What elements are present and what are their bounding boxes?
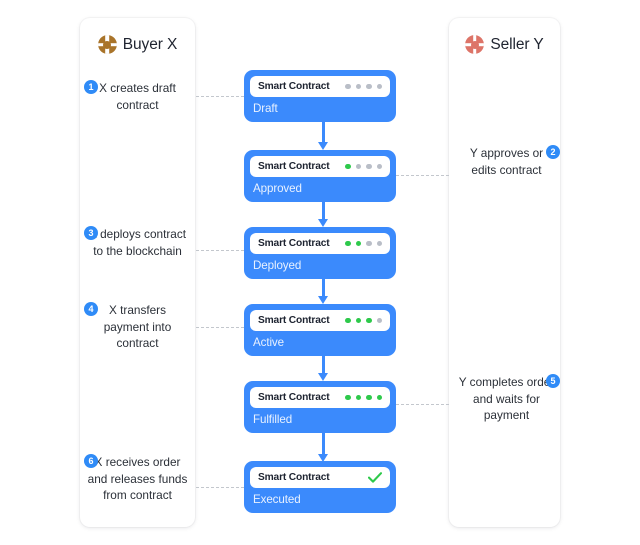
connector-step-5 — [396, 404, 449, 405]
progress-dots — [345, 240, 382, 247]
contract-card-status: Active — [253, 336, 284, 349]
progress-dot — [376, 83, 382, 90]
progress-dot — [355, 317, 361, 324]
flow-arrow-3 — [318, 276, 330, 304]
progress-dot — [345, 394, 351, 401]
contract-card-status: Draft — [253, 102, 278, 115]
progress-dot — [355, 163, 361, 170]
contract-card-status: Fulfilled — [253, 413, 293, 426]
progress-dot — [355, 240, 361, 247]
contract-card-label: Smart Contract — [258, 315, 330, 326]
progress-dot — [366, 240, 372, 247]
seller-panel-header: Seller Y — [449, 35, 560, 54]
contract-card-header: Smart Contract — [250, 233, 390, 254]
buyer-avatar-icon — [97, 35, 117, 54]
step-4-badge: 4 — [84, 302, 98, 316]
contract-card-deployed[interactable]: Smart Contract Deployed — [244, 227, 396, 279]
contract-card-header: Smart Contract — [250, 310, 390, 331]
contract-card-status: Approved — [253, 182, 302, 195]
progress-dot — [345, 240, 351, 247]
connector-step-6 — [196, 487, 244, 488]
seller-avatar-icon — [465, 35, 485, 54]
contract-card-label: Smart Contract — [258, 472, 330, 483]
progress-dot — [376, 317, 382, 324]
contract-card-status: Deployed — [253, 259, 302, 272]
progress-dot — [376, 240, 382, 247]
contract-card-header: Smart Contract — [250, 467, 390, 488]
seller-panel: Seller Y — [449, 18, 560, 527]
progress-dot — [366, 394, 372, 401]
step-6-badge: 6 — [84, 454, 98, 468]
progress-dots — [368, 472, 382, 483]
buyer-panel-header: Buyer X — [80, 35, 195, 54]
progress-dot — [376, 394, 382, 401]
progress-dot — [355, 394, 361, 401]
progress-dots — [345, 394, 382, 401]
progress-dots — [345, 317, 382, 324]
contract-card-label: Smart Contract — [258, 392, 330, 403]
contract-card-active[interactable]: Smart Contract Active — [244, 304, 396, 356]
progress-dot — [366, 317, 372, 324]
contract-card-approved[interactable]: Smart Contract Approved — [244, 150, 396, 202]
progress-dot — [345, 83, 351, 90]
contract-card-status: Executed — [253, 493, 301, 506]
check-icon — [368, 472, 382, 483]
step-1: 1 X creates draft contract — [80, 80, 195, 113]
contract-card-label: Smart Contract — [258, 161, 330, 172]
progress-dot — [345, 163, 351, 170]
progress-dot — [355, 83, 361, 90]
contract-card-executed[interactable]: Smart Contract Executed — [244, 461, 396, 513]
contract-card-fulfilled[interactable]: Smart Contract Fulfilled — [244, 381, 396, 433]
step-5-badge: 5 — [546, 374, 560, 388]
step-5: 5 Y completes order and waits for paymen… — [449, 374, 564, 424]
connector-step-4 — [196, 327, 244, 328]
contract-card-label: Smart Contract — [258, 238, 330, 249]
progress-dot — [376, 163, 382, 170]
buyer-panel-title: Buyer X — [122, 35, 178, 53]
step-2-badge: 2 — [546, 145, 560, 159]
progress-dot — [366, 83, 372, 90]
flow-arrow-5 — [318, 430, 330, 462]
flow-arrow-4 — [318, 353, 330, 381]
connector-step-2 — [396, 175, 449, 176]
progress-dot — [345, 317, 351, 324]
connector-step-3 — [196, 250, 244, 251]
seller-panel-title: Seller Y — [490, 35, 544, 53]
connector-step-1 — [196, 96, 244, 97]
step-6: 6 X receives order and releases funds fr… — [80, 454, 195, 504]
progress-dots — [345, 163, 382, 170]
step-2: 2 Y approves or edits contract — [449, 145, 564, 178]
contract-card-header: Smart Contract — [250, 156, 390, 177]
progress-dot — [366, 163, 372, 170]
step-3-badge: 3 — [84, 226, 98, 240]
contract-card-label: Smart Contract — [258, 81, 330, 92]
progress-dots — [345, 83, 382, 90]
flow-arrow-2 — [318, 199, 330, 227]
contract-card-header: Smart Contract — [250, 387, 390, 408]
contract-card-header: Smart Contract — [250, 76, 390, 97]
step-3: 3 X deploys contract to the blockchain — [80, 226, 195, 259]
step-1-badge: 1 — [84, 80, 98, 94]
step-4: 4 X transfers payment into contract — [80, 302, 195, 352]
contract-card-draft[interactable]: Smart Contract Draft — [244, 70, 396, 122]
flow-arrow-1 — [318, 122, 330, 150]
diagram-canvas: Buyer X Seller Y 1 X creates draft contr… — [0, 0, 640, 545]
